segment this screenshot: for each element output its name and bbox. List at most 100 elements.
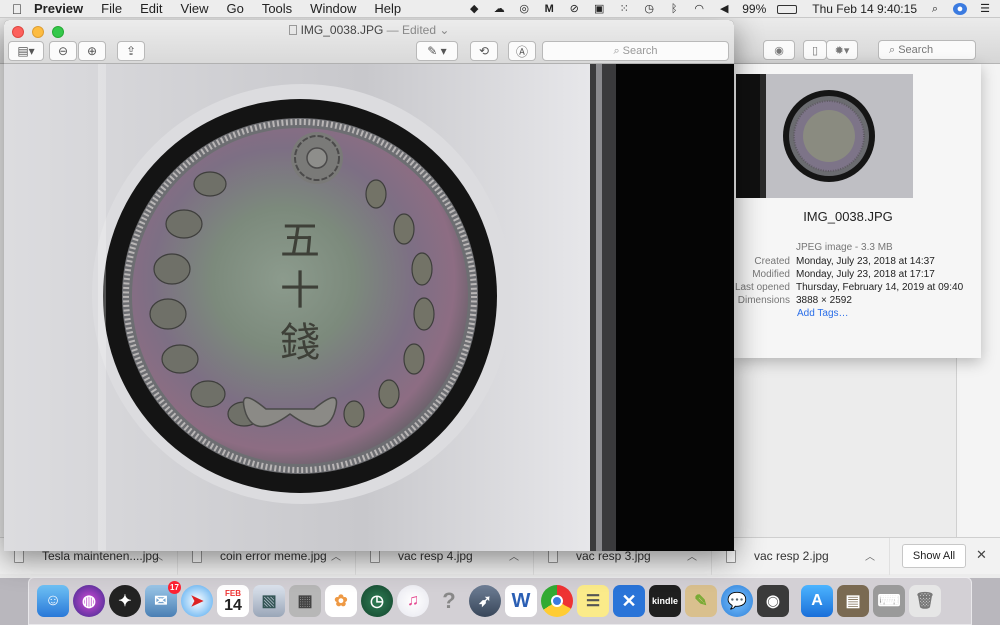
rotate-button[interactable]: ⟲ [470,41,498,61]
time-machine-icon[interactable]: ◷ [361,585,393,617]
gear-icon[interactable]: ✹▾ [826,40,858,60]
info-label-created: Created [754,256,790,267]
kindle-icon[interactable]: kindle [649,585,681,617]
itunes-icon[interactable]: ♫ [397,585,429,617]
file-thumbnail [736,74,913,198]
calendar-icon[interactable]: FEB 14 [217,585,249,617]
background-search-field[interactable]: ⌕ Search [878,40,976,60]
chevron-up-icon[interactable]: ︿ [865,548,875,563]
display-icon[interactable]: ▣ [592,3,606,15]
bluetooth-icon[interactable]: ᛒ [667,3,681,15]
preview-titlebar: IMG_0038.JPG — Edited ⌄ ▤▾ ⊖ ⊕ ⇪ ✎ ▾ ⟲ Ⓐ… [4,20,734,64]
calculator-icon[interactable]: ▦ [289,585,321,617]
notes-icon[interactable]: ☰ [577,585,609,617]
menu-help[interactable]: Help [374,1,401,16]
safari-icon[interactable]: ➤ [181,585,213,617]
menu-bar:  Preview File Edit View Go Tools Window… [0,0,1000,18]
markup-pen-button[interactable]: ✎ ▾ [416,41,458,61]
app-store-icon[interactable]: A [801,585,833,617]
coin-thumbnail-image [736,74,913,198]
battery-icon[interactable] [777,4,798,14]
user-avatar-icon[interactable]: ● [953,3,967,15]
notification-center-icon[interactable]: ☰ [978,3,992,15]
grid-icon[interactable]: ⁙ [617,3,631,15]
preview-app-icon[interactable]: ▧ [253,585,285,617]
question-mark-icon[interactable]: ? [433,585,465,617]
info-value-modified: Monday, July 23, 2018 at 17:17 [796,269,935,280]
zoom-out-button[interactable]: ⊖ [49,41,77,61]
apple-menu-icon[interactable]:  [0,1,34,17]
keyboard-icon[interactable]: ⌨ [873,585,905,617]
info-kind: JPEG image - 3.3 MB [796,242,893,253]
word-icon[interactable]: W [505,585,537,617]
messages-icon[interactable]: 💬 [721,585,753,617]
cloud-icon[interactable]: ☁ [492,3,506,15]
menu-extras: ◆ ☁ ◎ M ⊘ ▣ ⁙ ◷ ᛒ ◠ ◀ 99% Thu Feb 14 9:4… [467,0,992,18]
mail-icon[interactable]: ✉ 17 [145,581,181,617]
window-title-edited: — Edited [386,23,436,37]
finder-icon[interactable]: ☺ [37,585,69,617]
share-icon: ⇪ [125,44,137,58]
battery-percent[interactable]: 99% [742,2,766,16]
menu-view[interactable]: View [181,1,209,16]
download-item[interactable]: vac resp 2.jpg ︿ [712,537,890,575]
menu-go[interactable]: Go [226,1,243,16]
dock: ☺ ◍ ✦ ✉ 17 ➤ FEB 14 ▧ ▦ ✿ ◷ ♫ ? ➶ W ☰ ✕ k… [28,577,972,625]
coin-kanji-10: 十 [280,268,320,314]
image-canvas[interactable]: 五 十 錢 [4,64,734,551]
coin-photo: 五 十 錢 [4,64,734,551]
file-icon [370,549,380,563]
launchpad-icon[interactable]: ✦ [109,585,141,617]
zoom-out-icon: ⊖ [57,44,69,58]
window-title-filename: IMG_0038.JPG [300,23,384,37]
calendar-day: 14 [224,596,242,614]
preview-window: IMG_0038.JPG — Edited ⌄ ▤▾ ⊖ ⊕ ⇪ ✎ ▾ ⟲ Ⓐ… [4,20,734,551]
menu-clock[interactable]: Thu Feb 14 9:40:15 [812,2,917,16]
menu-app-name[interactable]: Preview [34,1,83,16]
info-filename: IMG_0038.JPG [803,209,893,224]
coin-kanji-50: 五 [280,218,320,264]
sidebar-icon: ▤▾ [17,44,35,58]
document-stack-icon[interactable]: ▤ [837,585,869,617]
rocket-icon[interactable]: ➶ [469,585,501,617]
pen-icon: ✎ ▾ [427,44,447,58]
zoom-in-button[interactable]: ⊕ [78,41,106,61]
menu-window[interactable]: Window [310,1,356,16]
wand-icon[interactable]: ⊘ [567,3,581,15]
preview-search-field[interactable]: ⌕ Search [542,41,729,61]
volume-icon[interactable]: ◀ [717,3,731,15]
close-shelf-icon[interactable]: ✕ [976,547,987,563]
sidebar-toggle-button[interactable]: ▤▾ [8,41,44,61]
markup-toolbar-button[interactable]: Ⓐ [508,41,536,61]
chrome-center-icon [551,595,563,607]
image-capture-icon[interactable]: ◉ [757,585,789,617]
quicklook-eye-icon[interactable]: ◉ [763,40,795,60]
chrome-icon[interactable] [541,585,573,617]
menu-tools[interactable]: Tools [262,1,292,16]
m-logo-icon[interactable]: M [542,3,556,15]
trash-icon[interactable]: 🗑 [909,585,941,617]
compass-icon[interactable]: ◎ [517,3,531,15]
menu-edit[interactable]: Edit [140,1,162,16]
file-icon [192,549,202,563]
zoom-in-icon: ⊕ [86,44,98,58]
document-icon[interactable]: ▯ [803,40,827,60]
download-filename: Tesla maintenen....jpg [42,549,159,563]
info-value-dimensions: 3888 × 2592 [796,295,852,306]
dropbox-icon[interactable]: ◆ [467,3,481,15]
photos-icon[interactable]: ✿ [325,585,357,617]
wifi-icon[interactable]: ◠ [692,3,706,15]
download-filename: coin error meme.jpg [220,549,327,563]
siri-icon[interactable]: ◍ [73,585,105,617]
spotlight-search-icon[interactable]: ⌕ [928,3,942,15]
paint-palette-icon[interactable]: ✎ [685,585,717,617]
share-button[interactable]: ⇪ [117,41,145,61]
download-filename: vac resp 4.jpg [398,549,473,563]
x-app-icon[interactable]: ✕ [613,585,645,617]
show-all-button[interactable]: Show All [902,544,966,568]
time-machine-icon[interactable]: ◷ [642,3,656,15]
info-value-last-opened: Thursday, February 14, 2019 at 09:40 [796,282,964,293]
window-title[interactable]: IMG_0038.JPG — Edited ⌄ [4,23,734,37]
menu-file[interactable]: File [101,1,122,16]
add-tags-link[interactable]: Add Tags… [797,308,849,319]
